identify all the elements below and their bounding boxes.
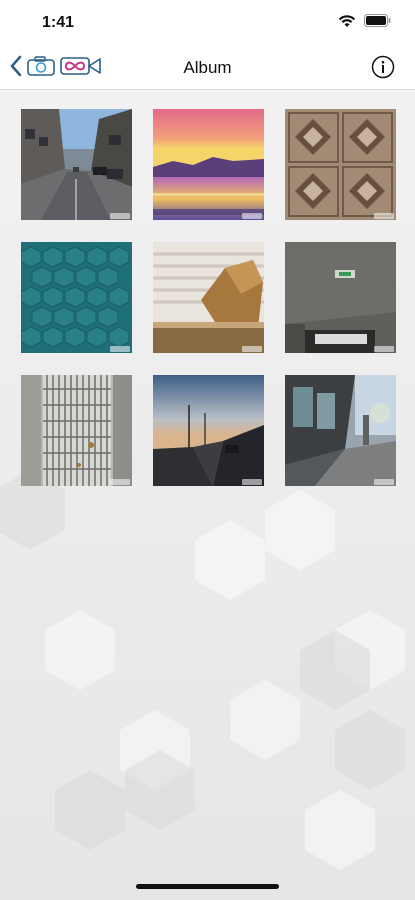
- status-icons: [338, 14, 391, 33]
- info-button[interactable]: [371, 55, 395, 79]
- info-icon: [371, 55, 395, 83]
- watermark: [110, 346, 130, 352]
- watermark: [110, 213, 130, 219]
- photo-thumbnail-dusk-road[interactable]: [153, 375, 264, 486]
- home-indicator: [136, 884, 279, 889]
- watermark: [242, 346, 262, 352]
- photo-thumbnail-metal-drain-grate[interactable]: [21, 375, 132, 486]
- watermark: [110, 479, 130, 485]
- photo-thumbnail-sunset-over-water[interactable]: [153, 109, 264, 220]
- watermark: [242, 479, 262, 485]
- watermark: [374, 479, 394, 485]
- watermark: [374, 346, 394, 352]
- status-time: 1:41: [42, 14, 75, 31]
- watermark: [374, 213, 394, 219]
- status-bar: 1:41: [0, 0, 415, 46]
- photo-thumbnail-shopfront-street[interactable]: [285, 375, 396, 486]
- battery-icon: [364, 14, 391, 32]
- navigation-bar: Album: [0, 46, 415, 90]
- photo-thumbnail-street-scene[interactable]: [21, 109, 132, 220]
- photo-thumbnail-teal-hexagon-texture[interactable]: [21, 242, 132, 353]
- photo-thumbnail-wooden-object-window[interactable]: [153, 242, 264, 353]
- wifi-icon: [338, 14, 356, 33]
- photo-thumbnail-ceiling-exit-sign[interactable]: [285, 242, 396, 353]
- page-title: Album: [183, 58, 232, 77]
- watermark: [242, 213, 262, 219]
- photo-thumbnail-patterned-tiles[interactable]: [285, 109, 396, 220]
- photo-grid: [21, 109, 396, 486]
